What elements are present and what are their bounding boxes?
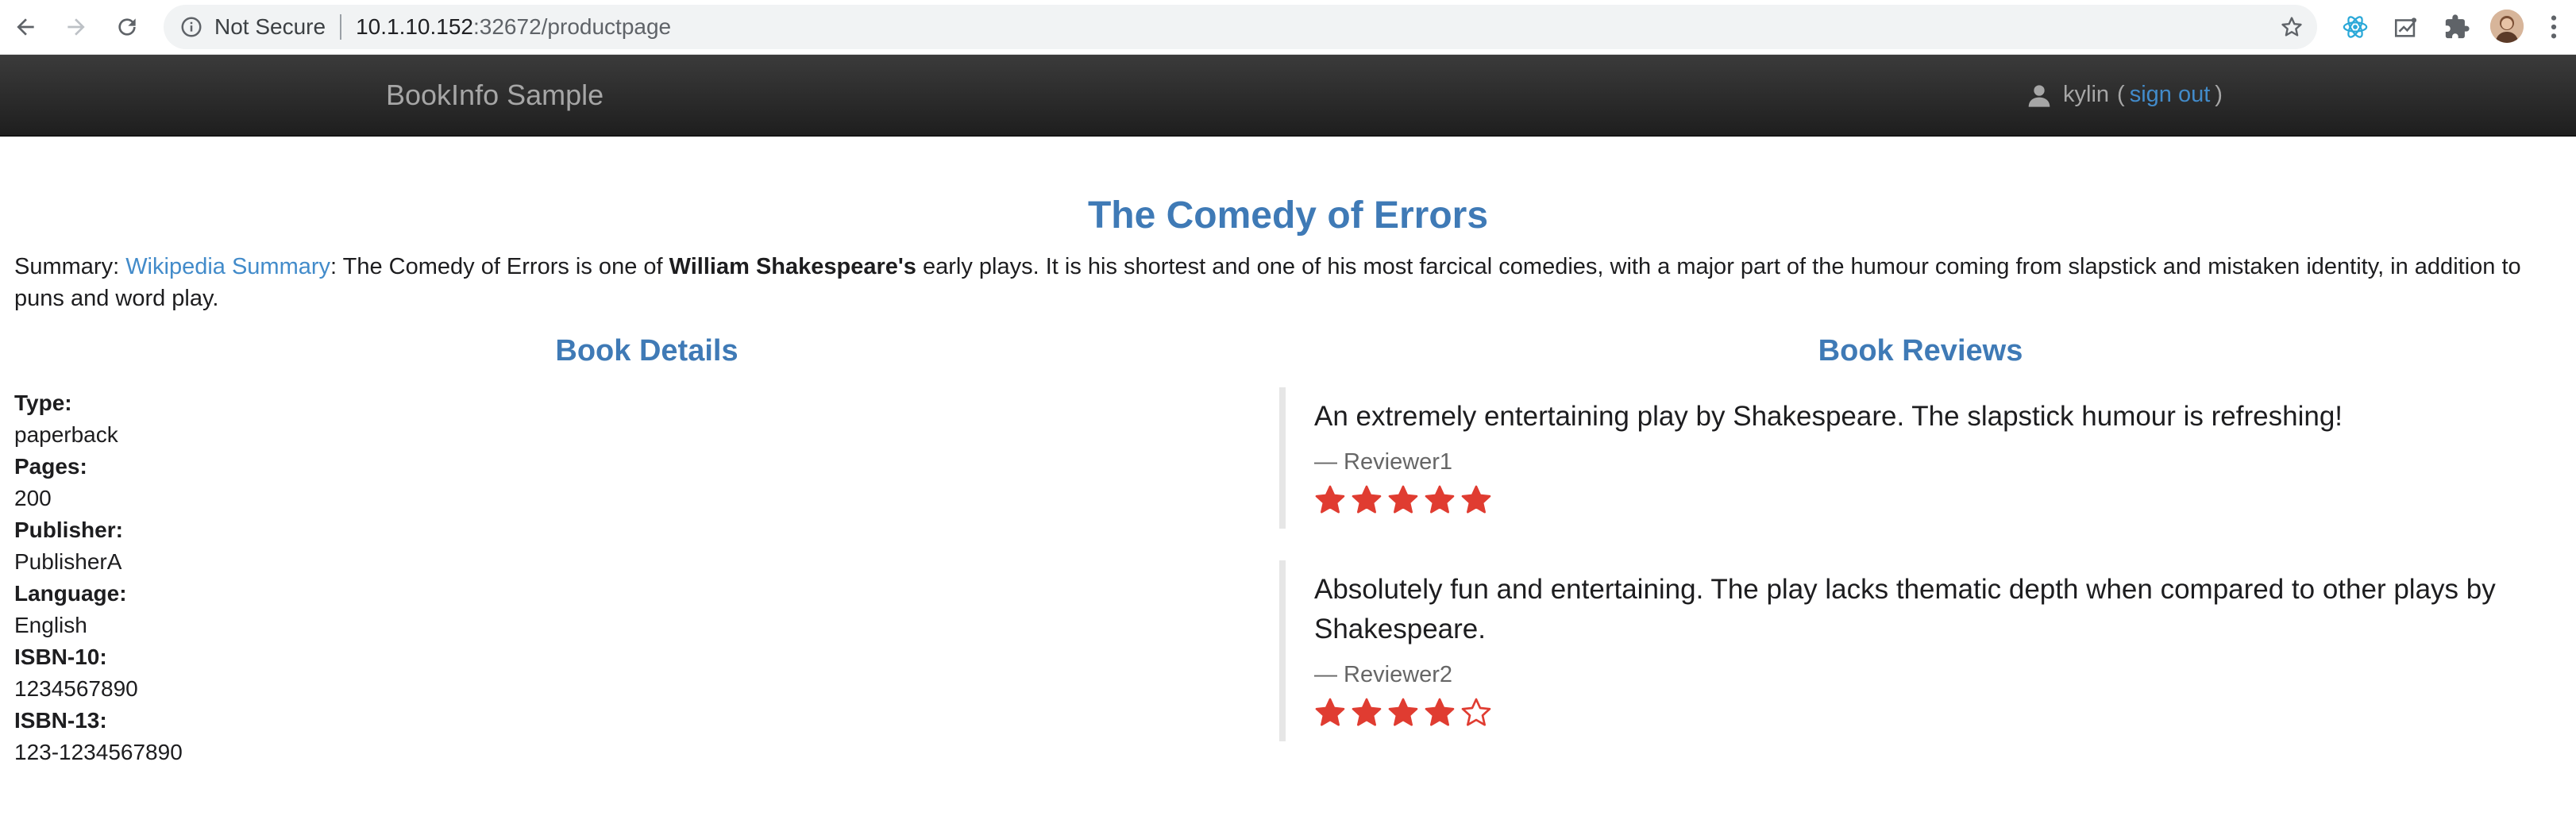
star-full-icon xyxy=(1425,698,1455,726)
main-content: The Comedy of Errors Summary: Wikipedia … xyxy=(0,137,2576,773)
content-columns: Book Details Type: paperback Pages: 200 … xyxy=(14,327,2562,773)
book-details-column: Book Details Type: paperback Pages: 200 … xyxy=(14,327,1279,773)
star-full-icon xyxy=(1315,698,1345,726)
reload-button[interactable] xyxy=(108,8,146,46)
detail-value-pages: 200 xyxy=(14,486,52,510)
back-button[interactable] xyxy=(6,8,44,46)
puzzle-icon xyxy=(2445,14,2470,39)
username: kylin xyxy=(2063,82,2110,107)
detail-label-pages: Pages: xyxy=(14,454,87,479)
extension-react-button[interactable] xyxy=(2338,10,2373,44)
book-title: The Comedy of Errors xyxy=(1087,194,1489,237)
detail-value-language: English xyxy=(14,613,87,637)
url-text[interactable]: 10.1.10.152:32672/productpage xyxy=(356,14,671,40)
summary-author: William Shakespeare's xyxy=(669,254,916,279)
star-rating xyxy=(1314,697,2543,729)
star-full-icon xyxy=(1352,698,1382,726)
star-full-icon xyxy=(1352,485,1382,514)
reviewer-name: — Reviewer2 xyxy=(1314,662,1453,687)
book-reviews-heading: Book Reviews xyxy=(1818,334,2023,367)
review-text: An extremely entertaining play by Shakes… xyxy=(1314,401,2343,432)
info-icon[interactable] xyxy=(178,13,205,40)
reviews-list: An extremely entertaining play by Shakes… xyxy=(1279,387,2562,741)
sign-out-link[interactable]: sign out xyxy=(2130,82,2211,108)
browser-menu-button[interactable] xyxy=(2538,10,2570,44)
arrow-right-icon xyxy=(67,18,85,36)
star-full-icon xyxy=(1461,485,1491,514)
detail-label-type: Type: xyxy=(14,391,72,415)
address-bar[interactable]: Not Secure 10.1.10.152:32672/productpage xyxy=(164,5,2317,49)
detail-value-publisher: PublisherA xyxy=(14,549,122,574)
star-full-icon xyxy=(1388,698,1418,726)
reload-icon xyxy=(118,18,136,36)
star-full-icon xyxy=(1425,485,1455,514)
star-empty-icon xyxy=(1461,698,1491,726)
atom-icon xyxy=(2343,16,2368,38)
more-vertical-icon xyxy=(2551,15,2557,39)
detail-label-publisher: Publisher: xyxy=(14,518,123,542)
site-navbar: BookInfo Sample kylin ( sign out ) xyxy=(0,55,2576,137)
star-full-icon xyxy=(1388,485,1418,514)
extension-chart-button[interactable] xyxy=(2389,10,2424,44)
detail-label-isbn10: ISBN-10: xyxy=(14,645,107,669)
omnibox-divider xyxy=(340,14,342,40)
summary-mid: : The Comedy of Errors is one of xyxy=(330,254,669,279)
review-item: Absolutely fun and entertaining. The pla… xyxy=(1279,560,2562,741)
detail-value-type: paperback xyxy=(14,422,118,447)
book-details-list: Type: paperback Pages: 200 Publisher: Pu… xyxy=(14,387,1279,768)
detail-label-language: Language: xyxy=(14,581,127,606)
star-full-icon xyxy=(1315,485,1345,514)
extensions-button[interactable] xyxy=(2439,10,2474,44)
star-rating xyxy=(1314,484,2543,516)
open-paren: ( xyxy=(2117,82,2125,107)
review-text: Absolutely fun and entertaining. The pla… xyxy=(1314,574,2496,645)
detail-value-isbn10: 1234567890 xyxy=(14,676,138,701)
profile-avatar[interactable] xyxy=(2490,10,2524,43)
brand-link[interactable]: BookInfo Sample xyxy=(386,79,604,112)
user-box: kylin ( sign out ) xyxy=(2026,82,2223,108)
forward-button[interactable] xyxy=(57,8,95,46)
book-summary: Summary: Wikipedia Summary: The Comedy o… xyxy=(14,251,2562,314)
detail-value-isbn13: 123-1234567890 xyxy=(14,740,183,764)
browser-toolbar: Not Secure 10.1.10.152:32672/productpage xyxy=(0,0,2576,55)
user-icon xyxy=(2028,84,2050,107)
arrow-left-icon xyxy=(17,18,34,36)
security-label[interactable]: Not Secure xyxy=(214,14,326,40)
chart-extension-icon xyxy=(2394,17,2417,37)
review-item: An extremely entertaining play by Shakes… xyxy=(1279,387,2562,529)
summary-prefix: Summary: xyxy=(14,254,126,279)
book-details-heading: Book Details xyxy=(555,334,738,367)
detail-label-isbn13: ISBN-13: xyxy=(14,708,107,733)
bookmark-button[interactable] xyxy=(2276,11,2308,43)
book-reviews-column: Book Reviews An extremely entertaining p… xyxy=(1279,327,2562,773)
url-path: :32672/productpage xyxy=(473,14,672,39)
close-paren: ) xyxy=(2215,82,2223,107)
wikipedia-summary-link[interactable]: Wikipedia Summary xyxy=(125,254,330,279)
url-host: 10.1.10.152 xyxy=(356,14,473,39)
star-icon xyxy=(2281,17,2302,37)
reviewer-name: — Reviewer1 xyxy=(1314,449,1453,475)
